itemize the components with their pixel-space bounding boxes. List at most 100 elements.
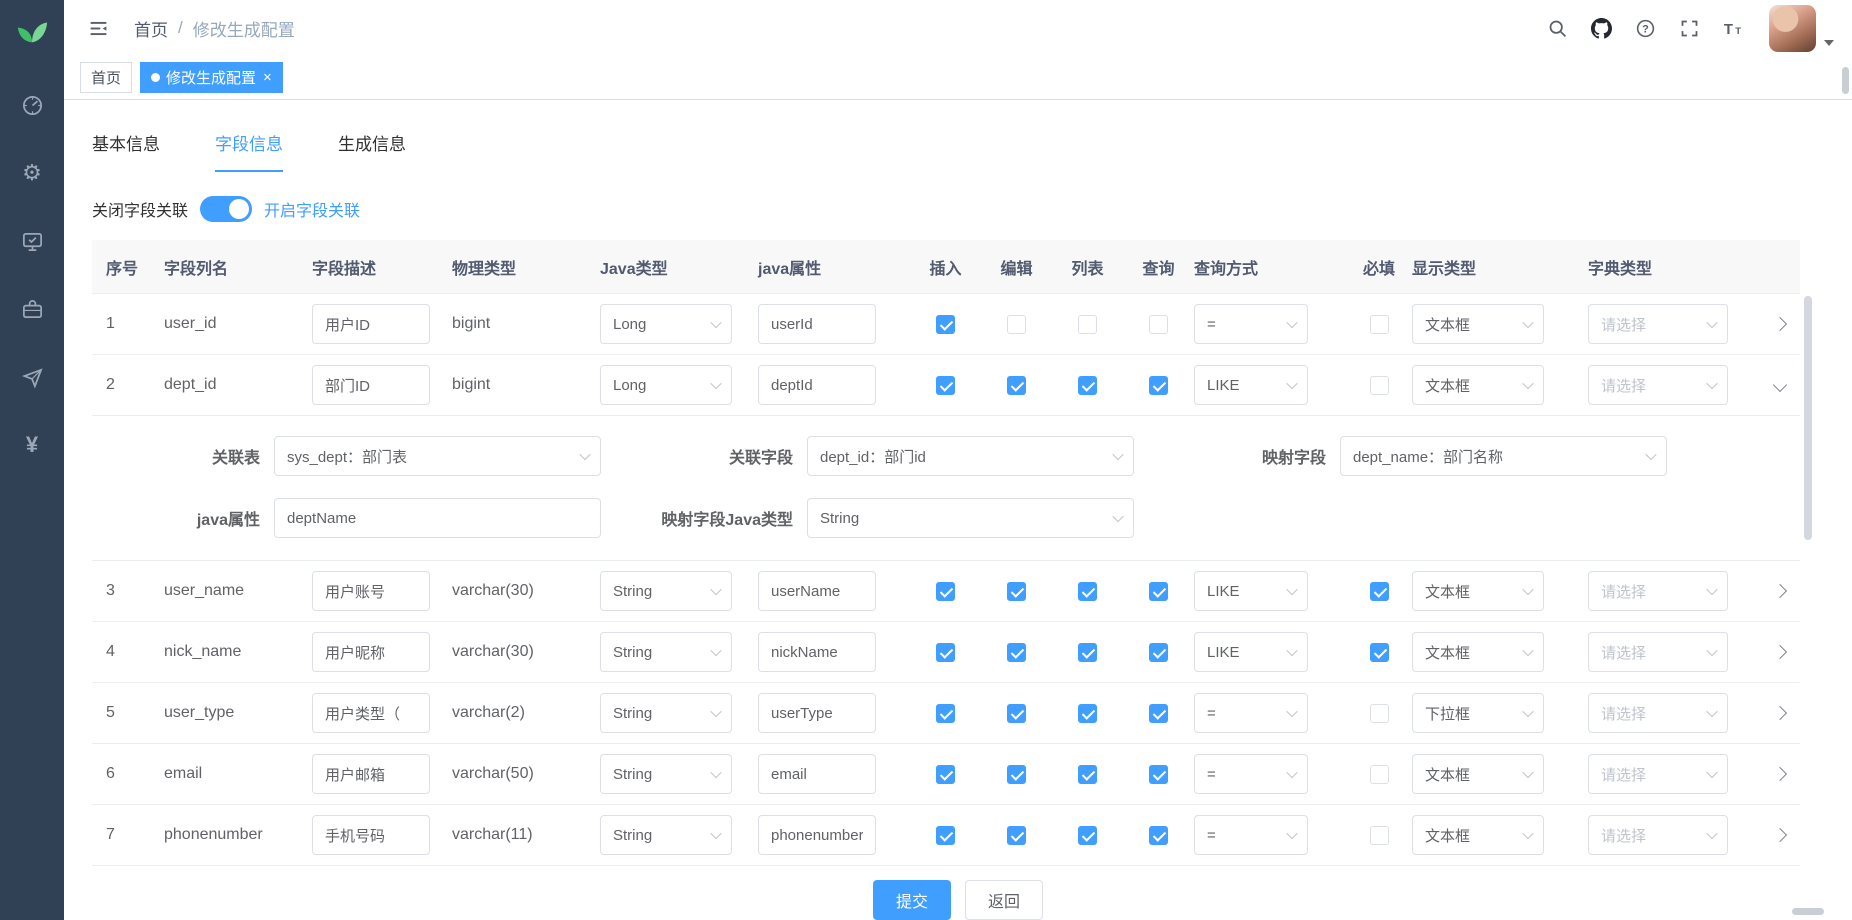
list-checkbox[interactable] bbox=[1078, 765, 1097, 784]
tab-field-info[interactable]: 字段信息 bbox=[215, 130, 283, 172]
table-scrollbar-thumb[interactable] bbox=[1804, 296, 1812, 540]
tab-basic-info[interactable]: 基本信息 bbox=[92, 130, 160, 172]
dict-type-select[interactable]: 请选择 bbox=[1588, 632, 1728, 672]
relation-field-select[interactable]: dept_id：部门id bbox=[807, 436, 1134, 476]
github-button[interactable] bbox=[1581, 8, 1621, 48]
breadcrumb-home[interactable]: 首页 bbox=[134, 16, 168, 41]
expand-row-icon[interactable] bbox=[1773, 706, 1787, 720]
dict-type-select[interactable]: 请选择 bbox=[1588, 815, 1728, 855]
java-type-select[interactable]: String bbox=[600, 815, 732, 855]
required-checkbox[interactable] bbox=[1370, 765, 1389, 784]
sidebar-item-deploy[interactable] bbox=[19, 364, 45, 390]
column-desc-input[interactable] bbox=[312, 693, 430, 733]
edit-checkbox[interactable] bbox=[1007, 643, 1026, 662]
edit-checkbox[interactable] bbox=[1007, 376, 1026, 395]
sidebar-item-dashboard[interactable] bbox=[19, 92, 45, 118]
expand-row-icon[interactable] bbox=[1773, 584, 1787, 598]
java-field-input[interactable] bbox=[758, 693, 876, 733]
java-field-input[interactable] bbox=[758, 365, 876, 405]
query-type-select[interactable]: LIKE bbox=[1194, 632, 1308, 672]
sidebar-item-tool[interactable] bbox=[19, 296, 45, 322]
edit-checkbox[interactable] bbox=[1007, 765, 1026, 784]
java-type-select[interactable]: String bbox=[600, 571, 732, 611]
expand-row-icon[interactable] bbox=[1773, 645, 1787, 659]
mapping-java-type-select[interactable]: String bbox=[807, 498, 1134, 538]
query-checkbox[interactable] bbox=[1149, 315, 1168, 334]
column-desc-input[interactable] bbox=[312, 365, 430, 405]
insert-checkbox[interactable] bbox=[936, 643, 955, 662]
page-scrollbar-horizontal-thumb[interactable] bbox=[1792, 908, 1824, 915]
insert-checkbox[interactable] bbox=[936, 826, 955, 845]
dict-type-select[interactable]: 请选择 bbox=[1588, 304, 1728, 344]
sidebar-collapse-button[interactable] bbox=[78, 8, 118, 48]
submit-button[interactable]: 提交 bbox=[873, 880, 951, 920]
query-type-select[interactable]: = bbox=[1194, 693, 1308, 733]
relation-table-select[interactable]: sys_dept：部门表 bbox=[274, 436, 601, 476]
edit-checkbox[interactable] bbox=[1007, 315, 1026, 334]
required-checkbox[interactable] bbox=[1370, 376, 1389, 395]
mapping-field-select[interactable]: dept_name：部门名称 bbox=[1340, 436, 1667, 476]
query-checkbox[interactable] bbox=[1149, 582, 1168, 601]
query-type-select[interactable]: = bbox=[1194, 304, 1308, 344]
required-checkbox[interactable] bbox=[1370, 315, 1389, 334]
insert-checkbox[interactable] bbox=[936, 315, 955, 334]
column-desc-input[interactable] bbox=[312, 571, 430, 611]
query-checkbox[interactable] bbox=[1149, 643, 1168, 662]
column-desc-input[interactable] bbox=[312, 632, 430, 672]
edit-checkbox[interactable] bbox=[1007, 582, 1026, 601]
query-checkbox[interactable] bbox=[1149, 376, 1168, 395]
expand-row-icon[interactable] bbox=[1773, 317, 1787, 331]
query-type-select[interactable]: = bbox=[1194, 815, 1308, 855]
java-type-select[interactable]: Long bbox=[600, 365, 732, 405]
required-checkbox[interactable] bbox=[1370, 704, 1389, 723]
java-field-input[interactable] bbox=[758, 815, 876, 855]
dict-type-select[interactable]: 请选择 bbox=[1588, 693, 1728, 733]
edit-checkbox[interactable] bbox=[1007, 704, 1026, 723]
java-field-input[interactable] bbox=[758, 632, 876, 672]
tag-close-icon[interactable]: × bbox=[263, 70, 272, 85]
java-field-input[interactable] bbox=[758, 754, 876, 794]
dict-type-select[interactable]: 请选择 bbox=[1588, 754, 1728, 794]
expand-row-icon[interactable] bbox=[1773, 767, 1787, 781]
list-checkbox[interactable] bbox=[1078, 315, 1097, 334]
dict-type-select[interactable]: 请选择 bbox=[1588, 571, 1728, 611]
font-size-button[interactable]: T T bbox=[1713, 8, 1753, 48]
expand-row-icon[interactable] bbox=[1773, 828, 1787, 842]
sidebar-item-finance[interactable]: ¥ bbox=[19, 432, 45, 458]
column-desc-input[interactable] bbox=[312, 815, 430, 855]
dict-type-select[interactable]: 请选择 bbox=[1588, 365, 1728, 405]
tab-generate-info[interactable]: 生成信息 bbox=[338, 130, 406, 172]
list-checkbox[interactable] bbox=[1078, 643, 1097, 662]
display-type-select[interactable]: 文本框 bbox=[1412, 632, 1544, 672]
query-checkbox[interactable] bbox=[1149, 826, 1168, 845]
list-checkbox[interactable] bbox=[1078, 582, 1097, 601]
insert-checkbox[interactable] bbox=[936, 704, 955, 723]
column-desc-input[interactable] bbox=[312, 754, 430, 794]
fullscreen-button[interactable] bbox=[1669, 8, 1709, 48]
search-button[interactable] bbox=[1537, 8, 1577, 48]
list-checkbox[interactable] bbox=[1078, 376, 1097, 395]
back-button[interactable]: 返回 bbox=[965, 880, 1043, 920]
java-attr-input[interactable] bbox=[274, 498, 601, 538]
sidebar-item-system[interactable]: ⚙ bbox=[19, 160, 45, 186]
expand-row-icon[interactable] bbox=[1773, 378, 1787, 392]
query-type-select[interactable]: = bbox=[1194, 754, 1308, 794]
list-checkbox[interactable] bbox=[1078, 704, 1097, 723]
column-desc-input[interactable] bbox=[312, 304, 430, 344]
java-type-select[interactable]: String bbox=[600, 693, 732, 733]
user-menu[interactable] bbox=[1769, 5, 1834, 52]
app-logo[interactable] bbox=[0, 0, 64, 60]
field-relation-switch[interactable] bbox=[200, 196, 252, 222]
required-checkbox[interactable] bbox=[1370, 826, 1389, 845]
required-checkbox[interactable] bbox=[1370, 582, 1389, 601]
tag-current[interactable]: 修改生成配置 × bbox=[140, 62, 283, 93]
java-type-select[interactable]: String bbox=[600, 632, 732, 672]
java-field-input[interactable] bbox=[758, 304, 876, 344]
required-checkbox[interactable] bbox=[1370, 643, 1389, 662]
java-type-select[interactable]: Long bbox=[600, 304, 732, 344]
list-checkbox[interactable] bbox=[1078, 826, 1097, 845]
query-checkbox[interactable] bbox=[1149, 704, 1168, 723]
help-button[interactable]: ? bbox=[1625, 8, 1665, 48]
display-type-select[interactable]: 下拉框 bbox=[1412, 693, 1544, 733]
display-type-select[interactable]: 文本框 bbox=[1412, 754, 1544, 794]
